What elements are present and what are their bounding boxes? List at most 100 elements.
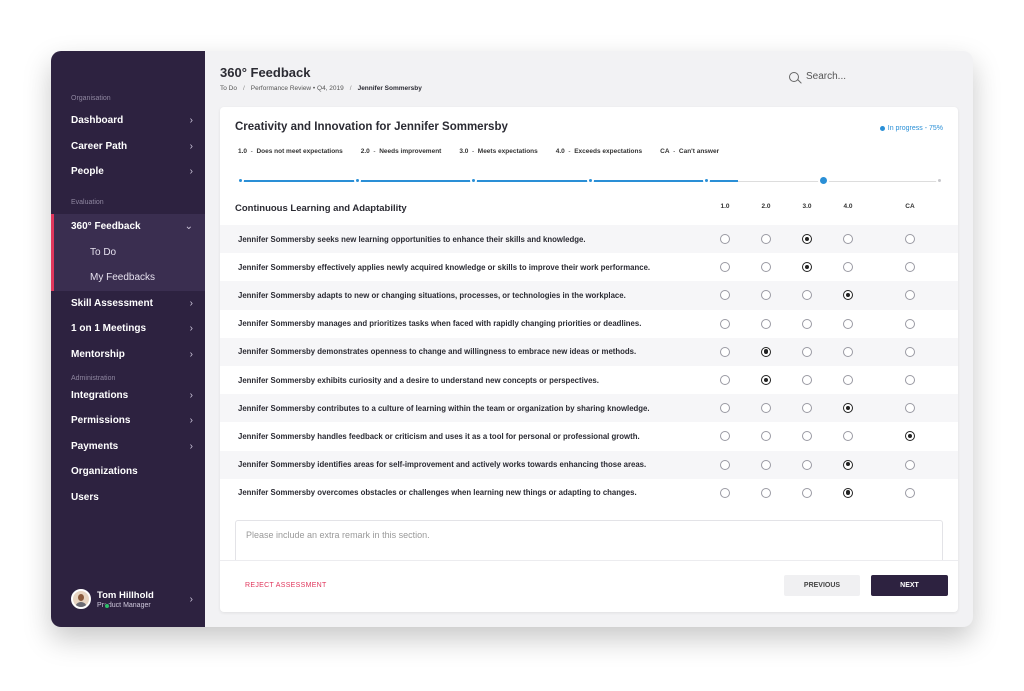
rating-radio-CA[interactable] — [905, 290, 915, 301]
rating-radio-CA[interactable] — [905, 374, 915, 385]
sidebar-item-integrations[interactable]: Integrations › — [51, 382, 205, 408]
sidebar-item-mentorship[interactable]: Mentorship › — [51, 342, 205, 368]
sidebar-item-people[interactable]: People › — [51, 159, 205, 185]
chevron-right-icon: › — [189, 115, 193, 127]
rating-radio-4-0[interactable] — [843, 290, 853, 301]
question-text: Jennifer Sommersby manages and prioritiz… — [238, 319, 642, 329]
rating-radio-4-0[interactable] — [843, 487, 853, 498]
rating-radio-2-0[interactable] — [761, 487, 771, 498]
rating-radio-1-0[interactable] — [720, 262, 730, 273]
sidebar-item-skill-assessment[interactable]: Skill Assessment › — [51, 291, 205, 317]
chevron-right-icon: › — [189, 140, 193, 152]
sidebar-item-payments[interactable]: Payments › — [51, 434, 205, 460]
breadcrumb: To Do / Performance Review • Q4, 2019 / Jenn… — [220, 85, 422, 92]
question-row: Jennifer Sommersby demonstrates openness… — [220, 337, 958, 366]
rating-radio-1-0[interactable] — [720, 290, 730, 301]
rating-radio-4-0[interactable] — [843, 234, 853, 244]
rating-radio-1-0[interactable] — [720, 318, 730, 329]
rating-radio-3-0[interactable] — [802, 431, 812, 442]
rating-radio-CA[interactable] — [905, 459, 915, 470]
sidebar-item-label: Payments — [71, 440, 119, 452]
rating-radio-2-0[interactable] — [761, 290, 771, 301]
rating-radio-CA[interactable] — [905, 431, 915, 442]
rating-radio-2-0[interactable] — [761, 374, 771, 385]
rating-radio-3-0[interactable] — [802, 403, 812, 414]
rating-radio-CA[interactable] — [905, 487, 915, 498]
rating-radio-3-0[interactable] — [802, 487, 812, 498]
rating-radio-CA[interactable] — [905, 262, 915, 273]
rating-radio-3-0[interactable] — [802, 234, 812, 244]
question-row: Jennifer Sommersby contributes to a cult… — [220, 394, 958, 423]
user-profile[interactable]: Tom Hillhold Product Manager › — [71, 589, 193, 609]
rating-radio-1-0[interactable] — [720, 459, 730, 470]
rating-radio-4-0[interactable] — [843, 318, 853, 329]
previous-button[interactable]: PREVIOUS — [784, 575, 860, 596]
rating-radio-4-0[interactable] — [843, 431, 853, 442]
rating-radio-4-0[interactable] — [843, 262, 853, 273]
search-box[interactable]: Search... — [789, 71, 846, 82]
section-organisation: Organisation — [71, 95, 111, 102]
scale-label: Needs improvement — [379, 148, 442, 155]
breadcrumb-performance-review[interactable]: Performance Review • Q4, 2019 — [251, 85, 344, 92]
rating-radio-2-0[interactable] — [761, 403, 771, 414]
column-header: 4.0 — [843, 203, 853, 210]
card-title: Creativity and Innovation for Jennifer S… — [235, 121, 508, 133]
sidebar-item-organizations[interactable]: Organizations — [51, 459, 205, 485]
rating-radio-4-0[interactable] — [843, 374, 853, 385]
rating-radio-1-0[interactable] — [720, 346, 730, 357]
sidebar-item-permissions[interactable]: Permissions › — [51, 408, 205, 434]
column-header: 1.0 — [720, 203, 730, 210]
rating-radio-3-0[interactable] — [802, 290, 812, 301]
step-progress-bar — [238, 176, 942, 185]
rating-radio-1-0[interactable] — [720, 403, 730, 414]
remark-textarea[interactable]: Please include an extra remark in this s… — [235, 520, 943, 560]
rating-radio-CA[interactable] — [905, 403, 915, 414]
rating-radio-2-0[interactable] — [761, 234, 771, 244]
sidebar-item-1on1-meetings[interactable]: 1 on 1 Meetings › — [51, 316, 205, 342]
next-button[interactable]: NEXT — [871, 575, 948, 596]
rating-radio-2-0[interactable] — [761, 262, 771, 273]
rating-radio-2-0[interactable] — [761, 431, 771, 442]
breadcrumb-todo[interactable]: To Do — [220, 85, 237, 92]
progress-line-remaining — [738, 180, 942, 182]
rating-radio-3-0[interactable] — [802, 346, 812, 357]
rating-radio-CA[interactable] — [905, 346, 915, 357]
rating-radio-CA[interactable] — [905, 234, 915, 244]
rating-radio-3-0[interactable] — [802, 318, 812, 329]
user-role: Product Manager — [97, 601, 151, 609]
rating-radio-3-0[interactable] — [802, 374, 812, 385]
rating-radio-3-0[interactable] — [802, 262, 812, 273]
rating-radio-4-0[interactable] — [843, 403, 853, 414]
question-row: Jennifer Sommersby overcomes obstacles o… — [220, 479, 958, 507]
rating-radio-1-0[interactable] — [720, 234, 730, 244]
rating-radio-1-0[interactable] — [720, 374, 730, 385]
scale-code: 4.0 — [555, 148, 565, 155]
rating-radio-1-0[interactable] — [720, 487, 730, 498]
scale-item: CA - Can't answer — [660, 148, 720, 155]
reject-assessment-link[interactable]: REJECT ASSESSMENT — [245, 582, 327, 589]
question-text: Jennifer Sommersby handles feedback or c… — [238, 431, 640, 441]
sidebar-item-360-feedback[interactable]: 360° Feedback ⌄ — [51, 213, 205, 240]
sidebar-item-users[interactable]: Users — [51, 485, 205, 511]
sidebar-subitem-my-feedbacks[interactable]: My Feedbacks — [51, 264, 205, 291]
rating-radio-3-0[interactable] — [802, 459, 812, 470]
question-text: Jennifer Sommersby overcomes obstacles o… — [238, 488, 637, 498]
scale-code: 2.0 — [360, 148, 370, 155]
sidebar-item-career-path[interactable]: Career Path › — [51, 134, 205, 160]
rating-radio-2-0[interactable] — [761, 318, 771, 329]
rating-radio-2-0[interactable] — [761, 459, 771, 470]
sidebar-item-dashboard[interactable]: Dashboard › — [51, 108, 205, 134]
rating-radio-4-0[interactable] — [843, 459, 853, 470]
search-input[interactable]: Search... — [806, 71, 846, 82]
progress-line-complete — [238, 180, 738, 182]
sidebar-item-label: 1 on 1 Meetings — [71, 323, 147, 335]
rating-radio-4-0[interactable] — [843, 346, 853, 357]
sidebar-item-label: Permissions — [71, 415, 131, 427]
rating-radio-1-0[interactable] — [720, 431, 730, 442]
sidebar-subitem-todo[interactable]: To Do — [51, 239, 205, 265]
rating-radio-CA[interactable] — [905, 318, 915, 329]
sidebar-item-label: Skill Assessment — [71, 297, 153, 309]
chevron-down-icon: ⌄ — [184, 221, 193, 233]
sidebar-item-label: Users — [71, 492, 99, 504]
rating-radio-2-0[interactable] — [761, 346, 771, 357]
